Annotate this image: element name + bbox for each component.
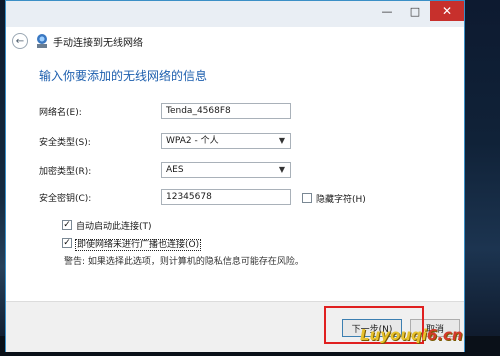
watermark-main: Luyouqi	[360, 326, 427, 344]
connect-hidden-label-text: 即使网络未进行广播也连接(O)	[74, 239, 202, 251]
encryption-type-label: 加密类型(R):	[39, 167, 92, 177]
maximize-button[interactable]: □	[402, 1, 428, 21]
window-title: 手动连接到无线网络	[53, 38, 143, 49]
hide-characters-label[interactable]: 隐藏字符(H)	[316, 192, 366, 205]
minimize-button[interactable]: —	[374, 1, 400, 21]
connect-hidden-checkbox[interactable]: ✓	[62, 238, 72, 248]
desktop-background-right	[462, 0, 500, 356]
network-name-label: 网络名(E):	[39, 108, 82, 118]
manual-connect-dialog: — □ ✕ ← 手动连接到无线网络 输入你要添加的无线网络的信息 网络名(E):…	[5, 0, 465, 352]
security-key-input[interactable]: 12345678	[161, 189, 291, 205]
watermark-tail: 6.cn	[426, 326, 463, 344]
encryption-type-select[interactable]: AES ▼	[161, 162, 291, 178]
privacy-warning: 警告: 如果选择此选项，则计算机的隐私信息可能存在风险。	[64, 257, 304, 267]
auto-connect-label[interactable]: 自动启动此连接(T)	[76, 219, 152, 232]
network-name-input[interactable]: Tenda_4568F8	[161, 103, 291, 119]
security-type-value: WPA2 - 个人	[166, 136, 219, 146]
connect-hidden-label[interactable]: 即使网络未进行广播也连接(O)	[74, 237, 202, 251]
chevron-down-icon: ▼	[278, 165, 286, 174]
wireless-network-icon	[37, 34, 47, 48]
watermark: Luyouqi6.cn	[360, 326, 463, 344]
auto-connect-checkbox[interactable]: ✓	[62, 220, 72, 230]
chevron-down-icon: ▼	[278, 136, 286, 145]
security-key-label: 安全密钥(C):	[39, 194, 92, 204]
page-heading: 输入你要添加的无线网络的信息	[39, 69, 208, 83]
close-button[interactable]: ✕	[430, 1, 464, 21]
hide-characters-checkbox[interactable]	[302, 193, 312, 203]
back-arrow-icon[interactable]: ←	[12, 33, 28, 49]
security-type-label: 安全类型(S):	[39, 138, 91, 148]
title-bar: — □ ✕	[6, 1, 464, 27]
security-type-select[interactable]: WPA2 - 个人 ▼	[161, 133, 291, 149]
encryption-type-value: AES	[166, 165, 184, 175]
